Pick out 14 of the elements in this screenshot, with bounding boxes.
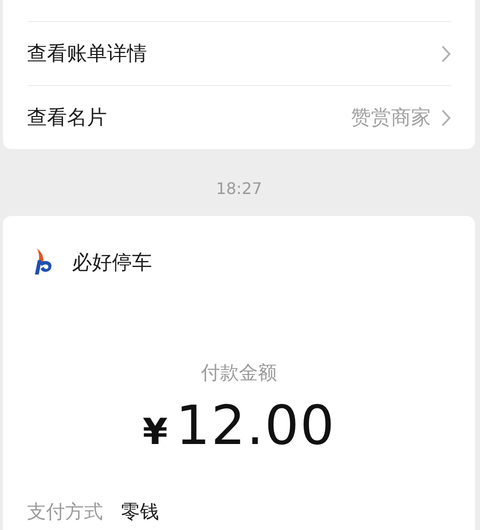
row-label: 查看名片 (27, 104, 107, 131)
detail-value: 零钱 (121, 500, 159, 525)
amount-value: 12.00 (176, 394, 336, 457)
detail-label: 支付方式 (27, 500, 103, 525)
chevron-icon (441, 44, 451, 62)
chevron-icon (441, 108, 451, 126)
currency-symbol: ¥ (142, 412, 168, 453)
row-label: 查看账单详情 (27, 40, 147, 67)
amount-label: 付款金额 (201, 361, 277, 386)
timestamp: 18:27 (216, 179, 262, 198)
row-value: 赞赏商家 (351, 104, 431, 131)
list-item[interactable]: 查看名片 赞赏商家 (27, 85, 451, 149)
merchant-name: 必好停车 (72, 248, 152, 276)
list-item[interactable]: 查看账单详情 (27, 21, 451, 85)
